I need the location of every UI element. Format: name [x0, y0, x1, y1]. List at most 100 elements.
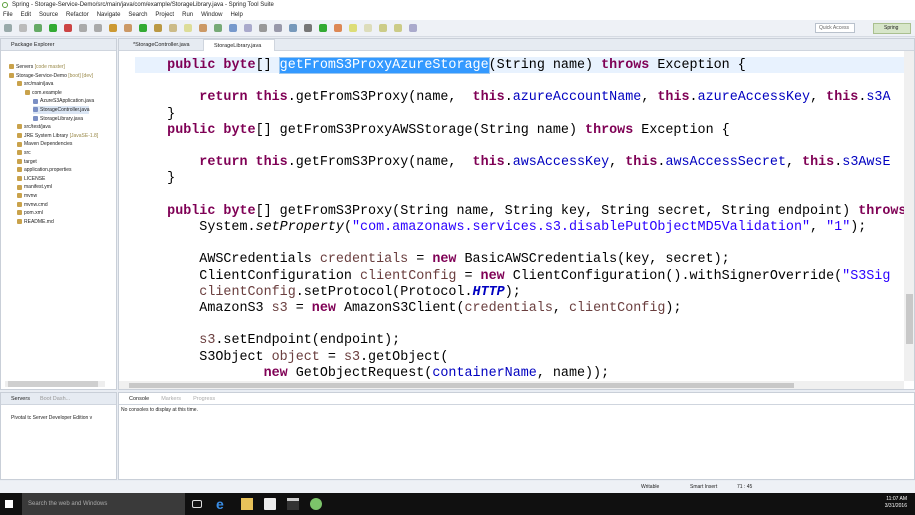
tree-item[interactable]: Servers [code master]: [9, 63, 65, 71]
spring-tool-suite-icon[interactable]: [310, 498, 322, 510]
toolbar-button[interactable]: [124, 24, 132, 32]
toolbar-button[interactable]: [169, 24, 177, 32]
quick-access-input[interactable]: Quick Access: [815, 23, 855, 33]
code-editor: *StorageController.java StorageLibrary.j…: [118, 38, 915, 390]
task-view-icon[interactable]: [192, 500, 202, 508]
menu-project[interactable]: Project: [155, 10, 174, 20]
toolbar-button[interactable]: [304, 24, 312, 32]
menu-refactor[interactable]: Refactor: [66, 10, 89, 20]
tree-item[interactable]: Storage-Service-Demo [boot] [dev]: [9, 72, 93, 80]
toolbar-button[interactable]: [379, 24, 387, 32]
menu-search[interactable]: Search: [128, 10, 147, 20]
tree-item[interactable]: com.example: [25, 89, 62, 97]
tree-item[interactable]: src: [17, 149, 31, 157]
code-line: }: [135, 107, 175, 123]
menu-edit[interactable]: Edit: [21, 10, 31, 20]
toolbar-button[interactable]: [109, 24, 117, 32]
console-app-icon[interactable]: [287, 498, 299, 510]
tree-item[interactable]: mvnw.cmd: [17, 201, 48, 209]
editor-vertical-scrollbar[interactable]: [904, 51, 914, 381]
selected-text: getFromS3ProxyAzureStorage: [278, 57, 490, 74]
toolbar-button[interactable]: [349, 24, 357, 32]
windows-start-icon[interactable]: [5, 500, 13, 508]
code-token: Exception {: [633, 122, 730, 138]
toolbar-button[interactable]: [214, 24, 222, 32]
tab-storage-controller[interactable]: *StorageController.java: [123, 39, 201, 51]
toolbar-button[interactable]: [274, 24, 282, 32]
toolbar-button[interactable]: [244, 24, 252, 32]
tab-boot-dashboard[interactable]: Boot Dash...: [40, 393, 70, 404]
toolbar-button[interactable]: [94, 24, 102, 32]
toolbar-button[interactable]: [229, 24, 237, 32]
tree-item[interactable]: application.properties: [17, 166, 72, 174]
file-explorer-icon[interactable]: [241, 498, 253, 510]
code-area[interactable]: public byte[] getFromS3ProxyAzureStorage…: [135, 51, 905, 379]
code-line: S3Object object = s3.getObject(: [135, 350, 448, 366]
code-token: awsAccessSecret: [665, 155, 786, 171]
toolbar-button[interactable]: [154, 24, 162, 32]
store-icon[interactable]: [264, 498, 276, 510]
tree-item[interactable]: StorageLibrary.java: [33, 115, 83, 123]
tree-item-label: StorageLibrary.java: [40, 115, 83, 122]
taskbar-clock: 11:07 AM 3/31/2016: [885, 496, 907, 510]
tree-item[interactable]: pom.xml: [17, 209, 43, 217]
tree-item[interactable]: src/main/java: [17, 80, 53, 88]
package-explorer-tab[interactable]: Package Explorer: [1, 39, 116, 51]
menu-run[interactable]: Run: [182, 10, 193, 20]
code-token: public byte: [167, 203, 256, 219]
tree-item[interactable]: AzureS3Application.java: [33, 97, 94, 105]
tree-item[interactable]: Maven Dependencies: [17, 140, 72, 148]
code-token: return this: [199, 155, 288, 171]
toolbar-button[interactable]: [334, 24, 342, 32]
tree-item[interactable]: mvnw: [17, 192, 37, 200]
tree-item-label: mvnw: [24, 193, 38, 199]
menu-help[interactable]: Help: [230, 10, 242, 20]
toolbar-button[interactable]: [4, 24, 12, 32]
server-item[interactable]: Pivotal tc Server Developer Edition v: [1, 405, 116, 421]
toolbar-button[interactable]: [139, 24, 147, 32]
toolbar-button[interactable]: [64, 24, 72, 32]
tree-item[interactable]: StorageController.java: [33, 106, 90, 114]
tree-node-icon: [17, 201, 22, 207]
toolbar-button[interactable]: [364, 24, 372, 32]
tree-item[interactable]: target: [17, 158, 37, 166]
taskbar-search-input[interactable]: Search the web and Windows: [22, 493, 185, 515]
tab-progress[interactable]: Progress: [193, 393, 215, 404]
tree-item-label: StorageController.java: [40, 107, 90, 113]
toolbar-button[interactable]: [319, 24, 327, 32]
toolbar-button[interactable]: [199, 24, 207, 32]
toolbar-button[interactable]: [34, 24, 42, 32]
menu-file[interactable]: File: [3, 10, 13, 20]
toolbar-button[interactable]: [184, 24, 192, 32]
editor-horizontal-scrollbar[interactable]: [119, 381, 904, 389]
edge-browser-icon[interactable]: e: [216, 497, 228, 511]
toolbar-button[interactable]: [289, 24, 297, 32]
tree-item-label: src/test/java: [24, 124, 51, 131]
toolbar-button[interactable]: [259, 24, 267, 32]
toolbar-button[interactable]: [79, 24, 87, 32]
horizontal-scrollbar[interactable]: [5, 381, 105, 387]
tree-item[interactable]: README.md: [17, 218, 54, 226]
code-token: this: [625, 155, 658, 171]
tree-item[interactable]: manifest.yml: [17, 183, 52, 191]
code-token: .getFromS3Proxy(name,: [287, 90, 473, 106]
menu-window[interactable]: Window: [201, 10, 222, 20]
menu-navigate[interactable]: Navigate: [97, 10, 121, 20]
toolbar-button[interactable]: [19, 24, 27, 32]
tab-storage-library[interactable]: StorageLibrary.java: [203, 39, 275, 51]
menu-source[interactable]: Source: [39, 10, 58, 20]
tab-markers[interactable]: Markers: [161, 393, 181, 404]
tree-item[interactable]: JRE System Library [JavaSE-1.8]: [17, 132, 98, 140]
tab-servers[interactable]: Servers: [11, 393, 30, 404]
tree-item-label: Maven Dependencies: [24, 141, 73, 148]
tree-item[interactable]: src/test/java: [17, 123, 51, 131]
tree-item[interactable]: LICENSE: [17, 175, 45, 183]
tab-console[interactable]: Console: [129, 393, 149, 404]
code-line: public byte[] getFromS3ProxyAzureStorage…: [135, 57, 746, 74]
toolbar-button[interactable]: [409, 24, 417, 32]
spring-perspective-button[interactable]: Spring: [873, 23, 911, 34]
toolbar-button[interactable]: [394, 24, 402, 32]
toolbar-button[interactable]: [49, 24, 57, 32]
